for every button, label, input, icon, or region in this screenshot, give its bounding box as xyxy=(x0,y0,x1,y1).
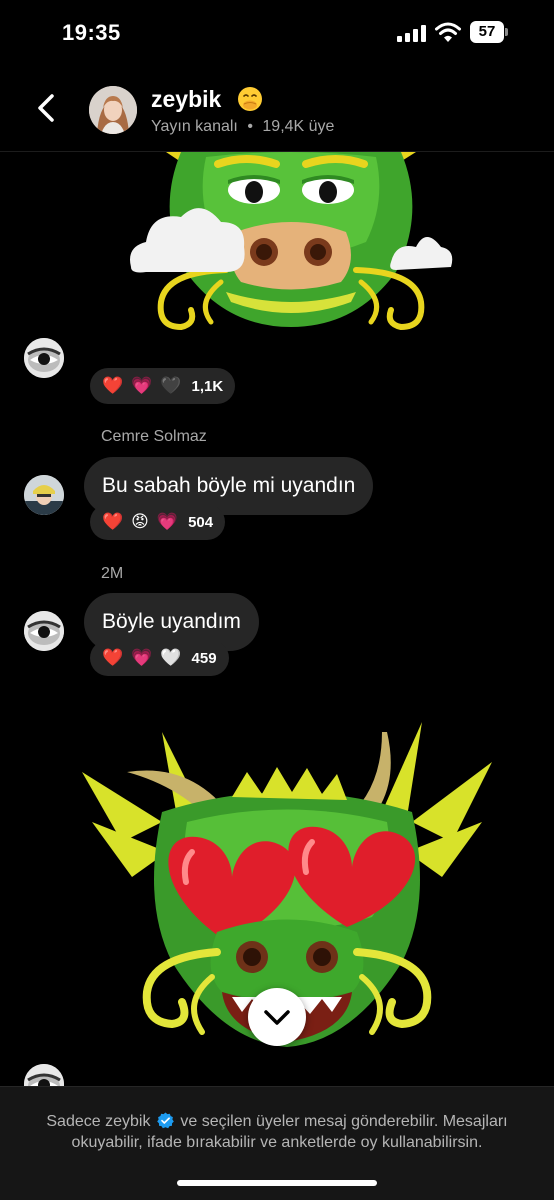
footer-text-part1: Sadece zeybik xyxy=(46,1113,151,1130)
reaction-emoji: 💗 xyxy=(156,511,179,532)
wifi-icon xyxy=(435,22,461,42)
reaction-count: 504 xyxy=(188,513,214,531)
sender-avatar[interactable] xyxy=(24,475,64,515)
reaction-emoji: 😡 xyxy=(131,511,149,532)
chevron-down-icon xyxy=(264,1010,290,1025)
sender-name: Cemre Solmaz xyxy=(101,428,207,445)
member-count: 19,4K üye xyxy=(262,118,335,135)
scroll-to-bottom-button[interactable] xyxy=(248,988,306,1046)
reaction-emoji: 💗 xyxy=(131,647,153,668)
reaction-bar[interactable]: ❤️ 😡 💗 504 xyxy=(90,504,226,540)
reaction-emoji: 💗 xyxy=(131,375,153,396)
status-bar: 19:35 57 xyxy=(0,0,554,66)
footer-notice: Sadece zeybik ve seçilen üyeler mesaj gö… xyxy=(20,1111,534,1153)
sender-avatar[interactable] xyxy=(24,1064,64,1086)
reaction-bar[interactable]: ❤️ 💗 🤍 459 xyxy=(90,640,229,676)
reaction-emoji: ❤️ xyxy=(102,375,124,396)
battery-icon: 57 xyxy=(470,21,508,43)
reaction-emoji: ❤️ xyxy=(102,511,124,532)
dragon-face-emoji[interactable] xyxy=(126,152,456,337)
sender-name: 2M xyxy=(101,565,124,582)
cellular-signal-icon xyxy=(397,24,427,42)
channel-subtitle: Yayın kanalı • 19,4K üye xyxy=(151,118,334,136)
channel-type: Yayın kanalı xyxy=(151,118,238,135)
battery-level: 57 xyxy=(470,21,504,43)
verified-badge-icon xyxy=(157,1112,174,1129)
face-with-hand-over-mouth-emoji xyxy=(238,87,262,111)
reaction-emoji: 🤍 xyxy=(160,647,182,668)
sender-avatar[interactable] xyxy=(24,338,64,378)
reaction-count: 459 xyxy=(191,649,217,667)
sender-avatar[interactable] xyxy=(24,611,64,651)
reaction-count: 1,1K xyxy=(191,377,224,395)
channel-header: zeybik Yayın kanalı • 19,4K üye xyxy=(0,66,554,152)
reaction-bar[interactable]: ❤️ 💗 🖤 1,1K xyxy=(90,368,236,404)
channel-name[interactable]: zeybik xyxy=(151,86,221,113)
reaction-emoji: ❤️ xyxy=(102,647,124,668)
reaction-emoji: 🖤 xyxy=(160,375,182,396)
chevron-left-icon[interactable] xyxy=(26,86,66,130)
status-time: 19:35 xyxy=(62,20,121,45)
subtitle-separator: • xyxy=(247,118,253,135)
home-indicator[interactable] xyxy=(177,1180,377,1186)
channel-avatar[interactable] xyxy=(89,86,137,134)
